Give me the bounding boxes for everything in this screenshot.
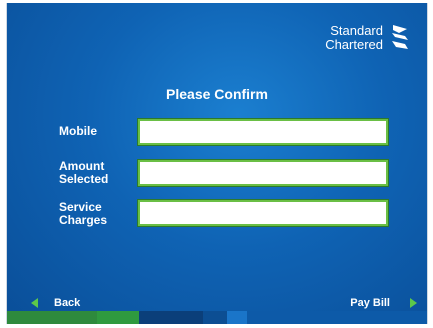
footer-segment-1 [7,311,97,324]
footer-segment-4 [203,311,227,324]
pay-bill-arrow-icon [410,298,417,308]
mobile-field[interactable] [137,118,389,146]
back-arrow-icon [31,298,38,308]
back-button[interactable]: Back [31,297,80,309]
mobile-label-line-1: Mobile [59,124,97,138]
brand-logo-icon [392,25,408,49]
footer-segment-5 [227,311,247,324]
mobile-label: Mobile [59,125,97,138]
footer-segment-6 [247,311,427,324]
footer-color-bar [7,311,427,324]
pay-bill-label: Pay Bill [350,297,390,309]
back-label: Back [54,297,81,309]
service-charges-field[interactable] [137,199,389,227]
brand-name: Standard Chartered [325,24,383,52]
amount-selected-label: Amount Selected [59,160,108,186]
service-label-line-2: Charges [59,213,108,227]
footer-segment-3 [139,311,203,324]
amount-selected-field[interactable] [137,159,389,187]
atm-screen: Standard Chartered Please Confirm Mobile… [6,3,428,324]
page-title: Please Confirm [166,86,268,102]
amount-label-line-2: Selected [59,172,109,186]
brand-line-1: Standard [330,23,383,38]
brand-logo: Standard Chartered [325,23,411,53]
pay-bill-button[interactable]: Pay Bill [350,297,417,309]
footer-segment-2 [97,311,139,324]
service-charges-label: Service Charges [59,201,107,227]
brand-line-2: Chartered [325,37,383,52]
